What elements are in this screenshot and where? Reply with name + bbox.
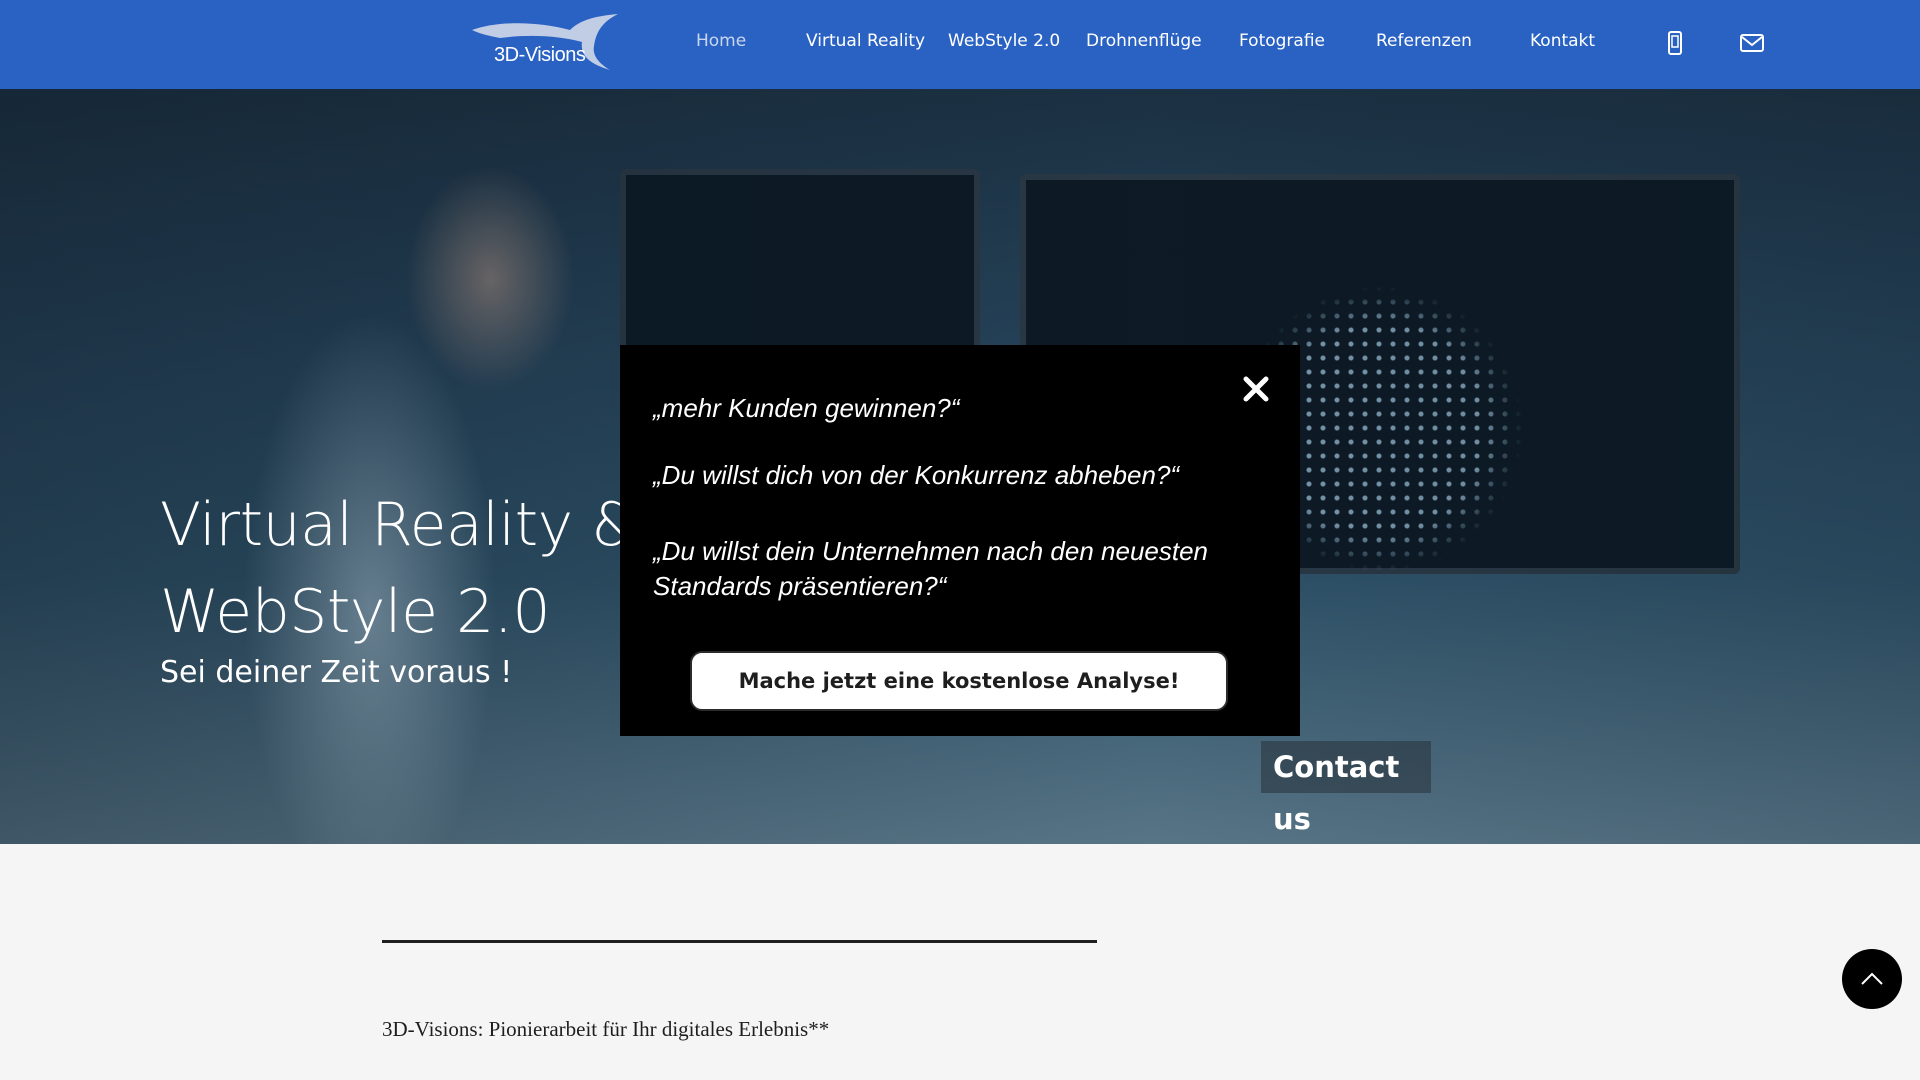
chevron-up-icon <box>1861 972 1883 985</box>
intro-text: 3D-Visions: Pionierarbeit für Ihr digita… <box>382 1017 830 1041</box>
nav-kontakt[interactable]: Kontakt <box>1530 31 1595 51</box>
promo-popup: „mehr Kunden gewinnen?“ „Du willst dich … <box>620 345 1300 736</box>
close-icon[interactable] <box>1242 375 1270 403</box>
contact-us-button[interactable]: Contact us <box>1261 741 1431 836</box>
popup-line-2: „Du willst dich von der Konkurrenz abheb… <box>653 460 1180 490</box>
nav-drohnenfluege[interactable]: Drohnenflüge <box>1086 31 1202 51</box>
hero-subtitle: Sei deiner Zeit voraus ! <box>160 655 513 690</box>
nav-virtual-reality[interactable]: Virtual Reality <box>806 31 925 51</box>
nav-referenzen[interactable]: Referenzen <box>1376 31 1472 51</box>
popup-line-3: „Du willst dein Unternehmen nach den neu… <box>653 536 1209 601</box>
site-logo[interactable]: 3D-Visions <box>470 12 620 74</box>
nav-webstyle[interactable]: WebStyle 2.0 <box>948 31 1060 51</box>
site-header: 3D-Visions Home Virtual Reality WebStyle… <box>0 0 1920 89</box>
phone-icon[interactable] <box>1662 30 1688 56</box>
popup-line-1: „mehr Kunden gewinnen?“ <box>653 393 960 423</box>
free-analysis-button[interactable]: Mache jetzt eine kostenlose Analyse! <box>690 651 1228 711</box>
mail-icon[interactable] <box>1739 30 1765 56</box>
logo-text: 3D-Visions <box>494 44 586 66</box>
scroll-to-top-button[interactable] <box>1842 949 1902 1009</box>
section-divider <box>382 940 1097 943</box>
hero-title: Virtual Reality & WebStyle 2.0 <box>160 490 638 647</box>
nav-home[interactable]: Home <box>696 31 746 51</box>
nav-fotografie[interactable]: Fotografie <box>1239 31 1325 51</box>
